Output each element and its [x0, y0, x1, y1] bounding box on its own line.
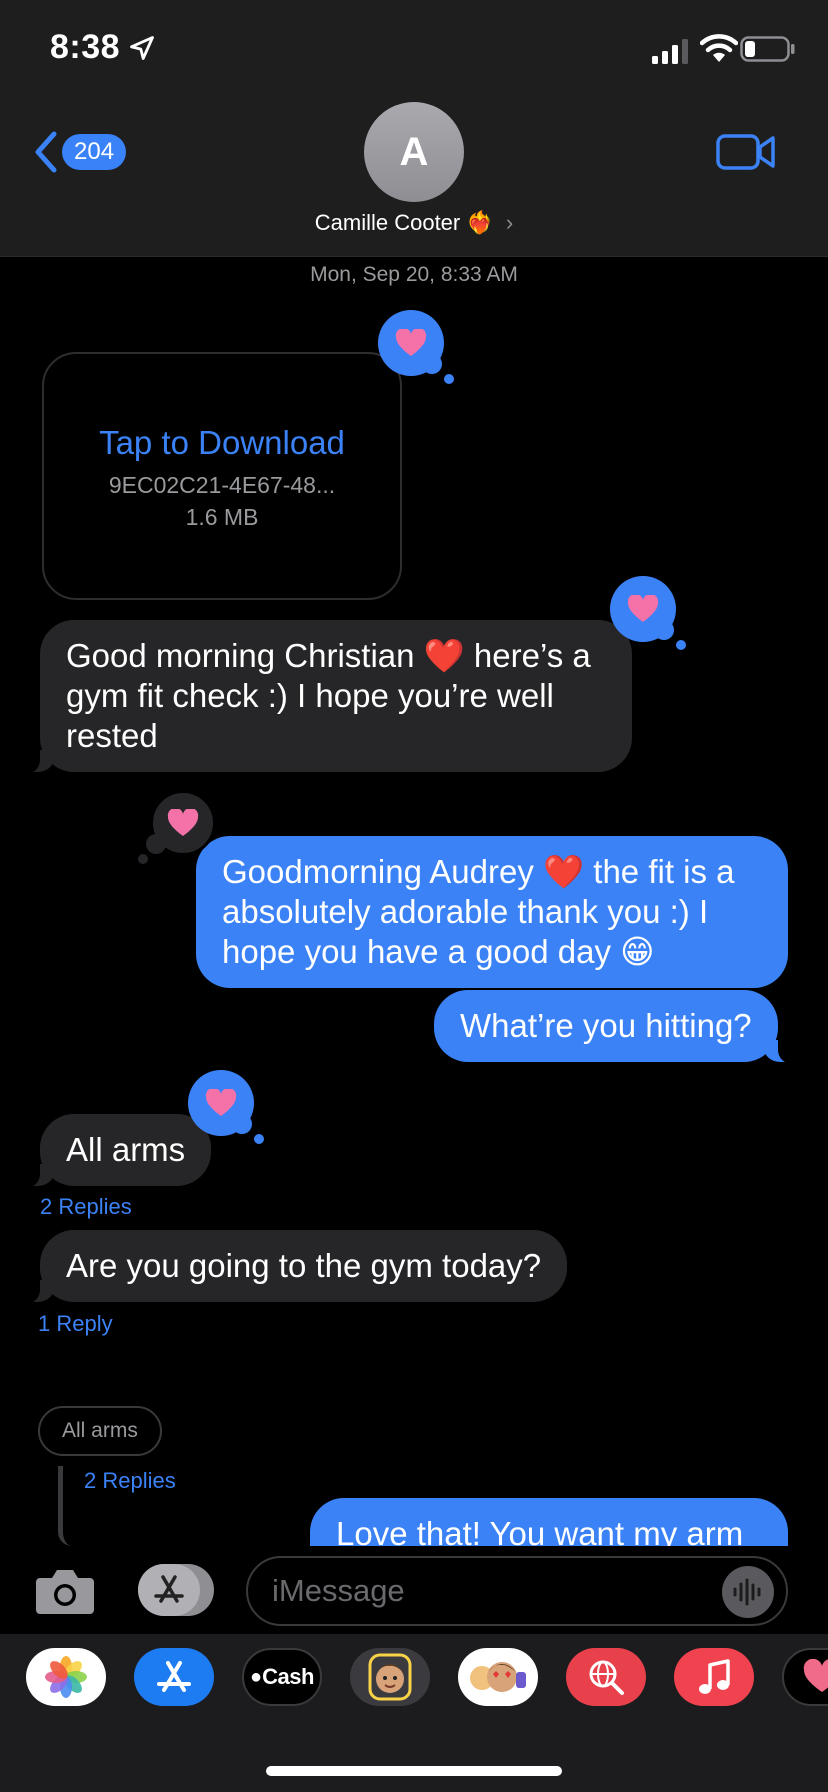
music-app-button[interactable] [674, 1648, 754, 1706]
message-timestamp: Mon, Sep 20, 8:33 AM [310, 263, 518, 286]
heart-icon [167, 809, 199, 836]
heart-tapback[interactable] [188, 1070, 264, 1144]
app-store-icon [157, 1661, 191, 1692]
facetime-video-icon[interactable] [716, 132, 776, 172]
memoji-icon [368, 1653, 412, 1701]
message-input-bar [0, 1546, 828, 1634]
thread-preview-bubble[interactable]: All arms [38, 1406, 162, 1456]
app-store-button[interactable] [138, 1564, 214, 1616]
apple-logo-icon: ● [250, 1665, 263, 1688]
photos-icon [45, 1656, 87, 1698]
message-text: All arms [66, 1131, 186, 1168]
heart-tapback[interactable] [378, 310, 454, 384]
message-text: What’re you hitting? [460, 1007, 752, 1044]
outgoing-message-bubble[interactable]: Goodmorning Audrey ❤️ the fit is a absol… [196, 836, 788, 988]
heart-tapback[interactable] [138, 790, 220, 864]
apple-cash-label: Cash [262, 1664, 314, 1689]
heart-icon [205, 1089, 237, 1116]
digital-touch-app-button[interactable] [782, 1648, 828, 1706]
tap-to-download-label: Tap to Download [99, 424, 345, 461]
memoji-app-button[interactable] [350, 1648, 430, 1706]
conversation-header: 8:38 204 A Camille Cooter ❤️‍🔥 › [0, 0, 828, 257]
chevron-left-icon [35, 131, 57, 173]
home-indicator[interactable] [266, 1766, 562, 1776]
waveform-icon [733, 1578, 761, 1606]
attachment-size: 1.6 MB [185, 504, 259, 530]
audio-message-button[interactable] [722, 1566, 774, 1618]
app-store-app-button[interactable] [134, 1648, 214, 1706]
chevron-right-icon: › [505, 210, 514, 235]
contact-name-button[interactable]: Camille Cooter ❤️‍🔥 › [0, 210, 828, 236]
contact-emoji: ❤️‍🔥 [466, 210, 494, 235]
message-text: Goodmorning Audrey ❤️ the fit is a absol… [222, 853, 735, 970]
wifi-icon [700, 34, 738, 62]
heart-tapback[interactable] [610, 576, 686, 650]
thread-connector-line [58, 1466, 73, 1546]
digital-touch-heart-icon [803, 1659, 828, 1692]
imessage-input[interactable] [246, 1556, 788, 1626]
battery-icon [740, 36, 795, 62]
attachment-filename: 9EC02C21-4E67-48... [108, 472, 336, 498]
cellular-signal-icon [652, 39, 688, 64]
contact-avatar[interactable]: A [364, 102, 464, 202]
image-search-app-button[interactable] [566, 1648, 646, 1706]
replies-link[interactable]: 2 Replies [84, 1468, 176, 1494]
attachment-download-card[interactable]: Tap to Download 9EC02C21-4E67-48... 1.6 … [42, 352, 402, 600]
memoji-stickers-app-button[interactable] [458, 1648, 538, 1706]
app-store-icon [154, 1575, 184, 1603]
status-time: 8:38 [50, 28, 121, 66]
music-note-icon [699, 1659, 730, 1694]
contact-name: Camille Cooter [314, 210, 461, 235]
replies-link[interactable]: 2 Replies [40, 1194, 132, 1220]
incoming-message-bubble[interactable]: Are you going to the gym today? [13, 1230, 568, 1304]
unread-count-badge: 204 [62, 134, 127, 170]
memoji-stickers-icon [470, 1662, 526, 1692]
location-arrow-icon [130, 36, 154, 60]
message-text: Are you going to the gym today? [66, 1247, 542, 1284]
replies-link[interactable]: 1 Reply [38, 1311, 113, 1337]
photos-app-button[interactable] [26, 1648, 106, 1706]
heart-icon [395, 329, 427, 356]
camera-icon[interactable] [34, 1566, 96, 1616]
incoming-message-bubble[interactable]: All arms [13, 1114, 212, 1188]
back-button[interactable]: 204 [28, 124, 138, 180]
incoming-message-bubble[interactable]: Good morning Christian ❤️ here’s a gym f… [14, 620, 632, 774]
message-text: Good morning Christian ❤️ here’s a gym f… [66, 637, 591, 754]
heart-icon [627, 595, 659, 622]
apple-cash-app-button[interactable]: ● Cash [242, 1648, 322, 1706]
globe-search-icon [589, 1660, 624, 1695]
outgoing-message-bubble[interactable]: What’re you hitting? [434, 990, 804, 1064]
